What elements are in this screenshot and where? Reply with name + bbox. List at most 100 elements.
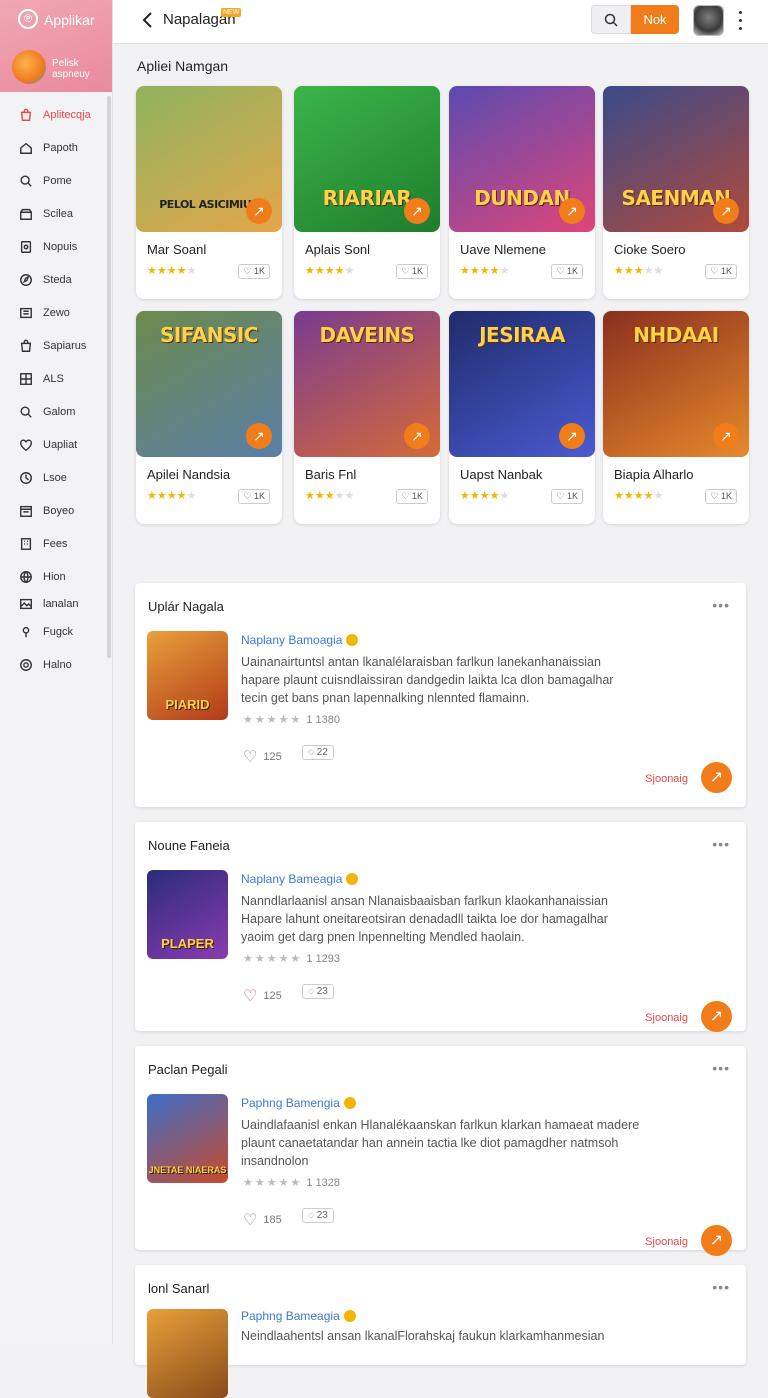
sidebar-item[interactable]: Hion [0, 560, 112, 593]
post-body: Uaindlafaanisl enkan Hlanalékaanskan far… [241, 1118, 640, 1168]
like-button[interactable]: ♡ 125 [243, 986, 282, 1006]
like-count: 125 [263, 990, 282, 1002]
sidebar-item[interactable]: Nopuis [0, 230, 112, 263]
sidebar-scrollbar[interactable] [107, 96, 111, 658]
post-thumbnail[interactable]: JNETAE NIAERAS [147, 1094, 228, 1183]
post-author[interactable]: Naplany Bameagia [241, 872, 359, 886]
open-arrow-icon[interactable]: ↗ [559, 198, 585, 224]
like-count[interactable]: ♡ 1K [396, 489, 428, 504]
back-arrow-icon[interactable] [140, 10, 156, 30]
like-button[interactable]: ♡ 125 [243, 747, 282, 767]
sidebar-item[interactable]: Sapiarus [0, 329, 112, 362]
sidebar-item[interactable]: Halno [0, 648, 112, 681]
like-count[interactable]: ♡ 1K [238, 489, 270, 504]
open-arrow-icon[interactable]: ↗ [701, 1225, 732, 1256]
open-arrow-icon[interactable]: ↗ [701, 1001, 732, 1032]
brand-name: Applikar [44, 12, 95, 28]
sidebar-item[interactable]: Aplitecqja [0, 98, 112, 131]
sidebar-item[interactable]: Zewo [0, 296, 112, 329]
open-arrow-icon[interactable]: ↗ [559, 423, 585, 449]
app-thumbnail[interactable]: JESIRAA ↗ [449, 311, 595, 457]
like-count[interactable]: ♡ 1K [705, 264, 737, 279]
post-more-icon[interactable]: ••• [712, 597, 730, 613]
app-card[interactable]: RIARIAR ↗ Aplais Sonl ★★★★★ ♡ 1K [294, 86, 440, 299]
like-count[interactable]: ♡ 1K [705, 489, 737, 504]
post-author[interactable]: Naplany Bamoagia [241, 633, 359, 647]
primary-action-button[interactable]: Nok [631, 5, 679, 34]
app-thumbnail[interactable]: PELOL ASICIMIUS ↗ [136, 86, 282, 232]
post-author[interactable]: Paphng Bamengia [241, 1096, 356, 1110]
open-arrow-icon[interactable]: ↗ [701, 762, 732, 793]
sidebar-item[interactable]: lanalan [0, 593, 112, 615]
search-button[interactable] [591, 5, 631, 34]
app-thumbnail[interactable]: RIARIAR ↗ [294, 86, 440, 232]
app-thumbnail[interactable]: DUNDAN ↗ [449, 86, 595, 232]
comment-count: 22 [316, 747, 328, 758]
user-avatar[interactable] [693, 5, 724, 36]
open-arrow-icon[interactable]: ↗ [404, 423, 430, 449]
post-title: Noune Faneia [148, 838, 230, 853]
post-link[interactable]: Sjoonaig [645, 1012, 688, 1024]
post-more-icon[interactable]: ••• [712, 1279, 730, 1295]
sidebar-item[interactable]: Lsoe [0, 461, 112, 494]
device-icon [18, 239, 34, 255]
post-more-icon[interactable]: ••• [712, 1060, 730, 1076]
sidebar-item[interactable]: Scilea [0, 197, 112, 230]
app-card[interactable]: JESIRAA ↗ Uapst Nanbak ★★★★★ ♡ 1K [449, 311, 595, 524]
post-thumbnail[interactable]: PIARID [147, 631, 228, 720]
sidebar-item[interactable]: Boyeo [0, 494, 112, 527]
comment-button[interactable]: ◌ 23 [302, 984, 334, 999]
sidebar-item[interactable]: ALS [0, 362, 112, 395]
app-card[interactable]: SIFANSIC ↗ Apilei Nandsia ★★★★★ ♡ 1K [136, 311, 282, 524]
open-arrow-icon[interactable]: ↗ [404, 198, 430, 224]
sidebar-item[interactable]: Fees [0, 527, 112, 560]
app-thumbnail[interactable]: SAENMAN ↗ [603, 86, 749, 232]
post-more-icon[interactable]: ••• [712, 836, 730, 852]
like-count[interactable]: ♡ 1K [396, 264, 428, 279]
like-button[interactable]: ♡ 185 [243, 1210, 282, 1230]
like-count[interactable]: ♡ 1K [551, 264, 583, 279]
app-card[interactable]: PELOL ASICIMIUS ↗ Mar Soanl ★★★★★ ♡ 1K [136, 86, 282, 299]
like-count[interactable]: ♡ 1K [551, 489, 583, 504]
post-link[interactable]: Sjoonaig [645, 1236, 688, 1248]
like-count[interactable]: ♡ 1K [238, 264, 270, 279]
app-card[interactable]: NHDAAI ↗ Biapia Alharlo ★★★★★ ♡ 1K [603, 311, 749, 524]
sidebar-item-label: Pome [43, 174, 72, 187]
comment-button[interactable]: ◌ 23 [302, 1208, 334, 1223]
app-card[interactable]: SAENMAN ↗ Cioke Soero ★★★★★ ♡ 1K [603, 86, 749, 299]
sidebar-item[interactable]: Pome [0, 164, 112, 197]
like-count-value: 1K [411, 491, 423, 501]
sidebar-item[interactable]: Fugck [0, 615, 112, 648]
sidebar-item[interactable]: Galom [0, 395, 112, 428]
post-author[interactable]: Paphng Bameagia [241, 1309, 356, 1323]
app-thumbnail[interactable]: DAVEINS ↗ [294, 311, 440, 457]
search-icon [604, 13, 618, 27]
clock-icon [18, 470, 34, 486]
app-name: Cioke Soero [614, 242, 686, 257]
app-card[interactable]: DAVEINS ↗ Baris Fnl ★★★★★ ♡ 1K [294, 311, 440, 524]
open-arrow-icon[interactable]: ↗ [713, 423, 739, 449]
app-logo-icon[interactable]: ℗ [18, 9, 38, 29]
sidebar-item-label: Sapiarus [43, 339, 87, 352]
brand-avatar[interactable] [12, 50, 46, 84]
sidebar-item[interactable]: Uapliat [0, 428, 112, 461]
post-rating-count: 1 1293 [306, 953, 340, 965]
app-thumbnail[interactable]: NHDAAI ↗ [603, 311, 749, 457]
app-card[interactable]: DUNDAN ↗ Uave Nlemene ★★★★★ ♡ 1K [449, 86, 595, 299]
open-arrow-icon[interactable]: ↗ [246, 198, 272, 224]
more-menu-icon[interactable] [733, 8, 747, 32]
rating-stars: ★★★★★ [305, 490, 355, 502]
sidebar-item[interactable]: Papoth [0, 131, 112, 164]
sidebar-item-label: Fees [43, 537, 68, 550]
open-arrow-icon[interactable]: ↗ [713, 198, 739, 224]
post-thumbnail[interactable] [147, 1309, 228, 1398]
post-thumbnail[interactable]: PLAPER [147, 870, 228, 959]
sidebar-item[interactable]: Steda [0, 263, 112, 296]
post-body: Neindlaahentsl ansan lkanalFlorahskaj fa… [241, 1329, 605, 1343]
globe-icon [18, 569, 34, 585]
open-arrow-icon[interactable]: ↗ [246, 423, 272, 449]
post-link[interactable]: Sjoonaig [645, 773, 688, 785]
app-name: Uave Nlemene [460, 242, 546, 257]
comment-button[interactable]: ◌ 22 [302, 745, 334, 760]
app-thumbnail[interactable]: SIFANSIC ↗ [136, 311, 282, 457]
